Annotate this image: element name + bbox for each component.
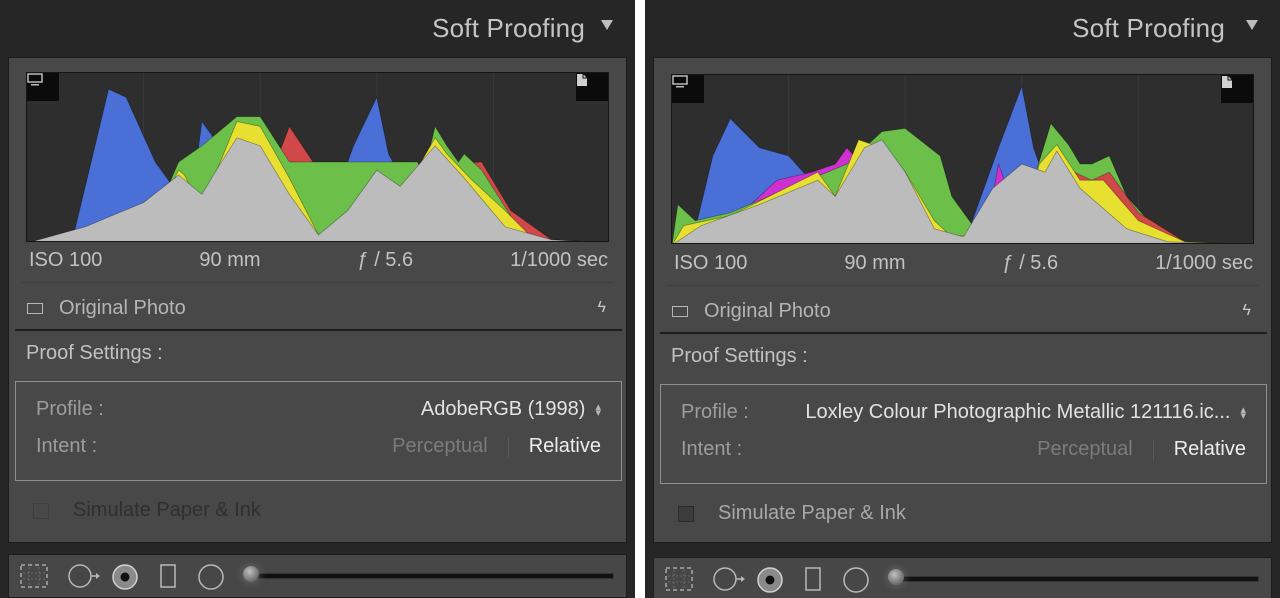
aperture-value: ƒ / 5.6 <box>357 248 414 271</box>
divider <box>666 285 1259 286</box>
up-down-arrows-icon[interactable]: ▴ ▾ <box>595 401 601 418</box>
proof-settings-heading: Proof Settings : <box>26 342 163 364</box>
focal-length-value: 90 mm <box>199 248 261 271</box>
profile-row: Profile : Loxley Colour Photographic Met… <box>681 401 1246 424</box>
divider <box>21 282 614 283</box>
monitor-icon <box>27 73 43 86</box>
checkbox-icon <box>33 502 49 519</box>
intent-label: Intent : <box>681 438 743 460</box>
crop-overlay-icon[interactable] <box>664 566 694 592</box>
intent-row: Intent : Perceptual Relative <box>681 438 1246 461</box>
radial-filter-icon[interactable] <box>842 566 870 594</box>
iso-value: ISO 100 <box>674 251 748 274</box>
lightning-icon[interactable]: ϟ <box>598 299 606 317</box>
spot-removal-icon[interactable] <box>712 566 746 592</box>
brush-slider-track[interactable] <box>898 576 1259 582</box>
intent-separator <box>1152 439 1154 460</box>
shutter-speed-value: 1/1000 sec <box>1155 251 1253 274</box>
divider <box>15 329 622 331</box>
panel-title: Soft Proofing <box>432 13 585 43</box>
simulate-paper-ink-label: Simulate Paper & Ink <box>73 499 261 521</box>
focal-length-value: 90 mm <box>844 251 906 274</box>
profile-select[interactable]: AdobeRGB (1998) <box>421 398 586 421</box>
shadow-clipping-toggle[interactable] <box>672 75 704 103</box>
exif-info: ISO 100 90 mm ƒ / 5.6 1/1000 sec <box>29 246 608 274</box>
intent-toggle: Perceptual Relative <box>392 435 601 458</box>
shutter-speed-value: 1/1000 sec <box>510 248 608 271</box>
intent-perceptual-option[interactable]: Perceptual <box>1037 438 1133 461</box>
original-photo-row[interactable]: Original Photo ϟ <box>27 292 606 324</box>
lightning-icon[interactable]: ϟ <box>1243 302 1251 320</box>
intent-separator <box>507 436 509 457</box>
panel-body: ISO 100 90 mm ƒ / 5.6 1/1000 sec Origina… <box>8 57 627 543</box>
panel-title: Soft Proofing <box>1072 13 1225 43</box>
proof-settings-heading: Proof Settings : <box>671 345 808 367</box>
crop-overlay-icon[interactable] <box>19 563 49 589</box>
intent-perceptual-option[interactable]: Perceptual <box>392 435 488 458</box>
page-icon <box>577 74 587 86</box>
page-icon <box>1222 76 1232 88</box>
histogram[interactable] <box>26 72 609 242</box>
rectangle-icon <box>672 305 688 317</box>
original-photo-row[interactable]: Original Photo ϟ <box>672 295 1251 327</box>
simulate-paper-ink-checkbox[interactable]: Simulate Paper & Ink <box>33 499 261 522</box>
profile-row: Profile : AdobeRGB (1998) ▴ ▾ <box>36 398 601 421</box>
soft-proofing-panel-before: Soft Proofing ISO 100 90 mm ƒ / 5.6 1/10… <box>0 0 635 598</box>
graduated-filter-icon[interactable] <box>804 566 822 592</box>
destination-gamut-warning-toggle[interactable] <box>1221 75 1253 103</box>
profile-select[interactable]: Loxley Colour Photographic Metallic 1211… <box>805 401 1230 424</box>
triangle-down-icon[interactable] <box>1246 20 1258 30</box>
red-eye-icon[interactable] <box>756 566 784 594</box>
red-eye-icon[interactable] <box>111 563 139 591</box>
brush-slider-knob[interactable] <box>888 569 904 585</box>
exif-info: ISO 100 90 mm ƒ / 5.6 1/1000 sec <box>674 249 1253 277</box>
intent-row: Intent : Perceptual Relative <box>36 435 601 458</box>
original-photo-label: Original Photo <box>704 299 831 322</box>
intent-relative-option[interactable]: Relative <box>529 435 601 458</box>
simulate-paper-ink-checkbox[interactable]: Simulate Paper & Ink <box>678 502 906 525</box>
brush-slider-track[interactable] <box>253 573 614 579</box>
rectangle-icon <box>27 302 43 314</box>
panel-header[interactable]: Soft Proofing <box>645 0 1280 56</box>
profile-label: Profile : <box>36 398 104 420</box>
histogram-graph <box>672 75 1221 243</box>
destination-gamut-warning-toggle[interactable] <box>576 73 608 101</box>
shadow-clipping-toggle[interactable] <box>27 73 59 101</box>
histogram[interactable] <box>671 74 1254 244</box>
brush-slider-knob[interactable] <box>243 566 259 582</box>
up-down-arrows-icon[interactable]: ▴ ▾ <box>1240 404 1246 421</box>
histogram-graph <box>32 73 581 241</box>
proof-settings-box: Profile : Loxley Colour Photographic Met… <box>660 384 1267 484</box>
panel-divider <box>635 0 645 598</box>
radial-filter-icon[interactable] <box>197 563 225 591</box>
profile-label: Profile : <box>681 401 749 423</box>
triangle-down-icon[interactable] <box>601 20 613 30</box>
soft-proofing-panel-after: Soft Proofing ISO 100 90 mm ƒ / 5.6 1/10… <box>645 0 1280 598</box>
graduated-filter-icon[interactable] <box>159 563 177 589</box>
iso-value: ISO 100 <box>29 248 103 271</box>
spot-removal-icon[interactable] <box>67 563 101 589</box>
toolbar <box>653 557 1272 598</box>
divider <box>660 332 1267 334</box>
panel-body: ISO 100 90 mm ƒ / 5.6 1/1000 sec Origina… <box>653 57 1272 543</box>
original-photo-label: Original Photo <box>59 296 186 319</box>
simulate-paper-ink-label: Simulate Paper & Ink <box>718 502 906 524</box>
checkbox-icon <box>678 505 694 522</box>
intent-relative-option[interactable]: Relative <box>1174 438 1246 461</box>
intent-toggle: Perceptual Relative <box>1037 438 1246 461</box>
monitor-icon <box>672 75 688 88</box>
aperture-value: ƒ / 5.6 <box>1002 251 1059 274</box>
toolbar <box>8 554 627 598</box>
panel-header[interactable]: Soft Proofing <box>0 0 635 56</box>
intent-label: Intent : <box>36 435 98 457</box>
proof-settings-box: Profile : AdobeRGB (1998) ▴ ▾ Intent : Pe… <box>15 381 622 481</box>
